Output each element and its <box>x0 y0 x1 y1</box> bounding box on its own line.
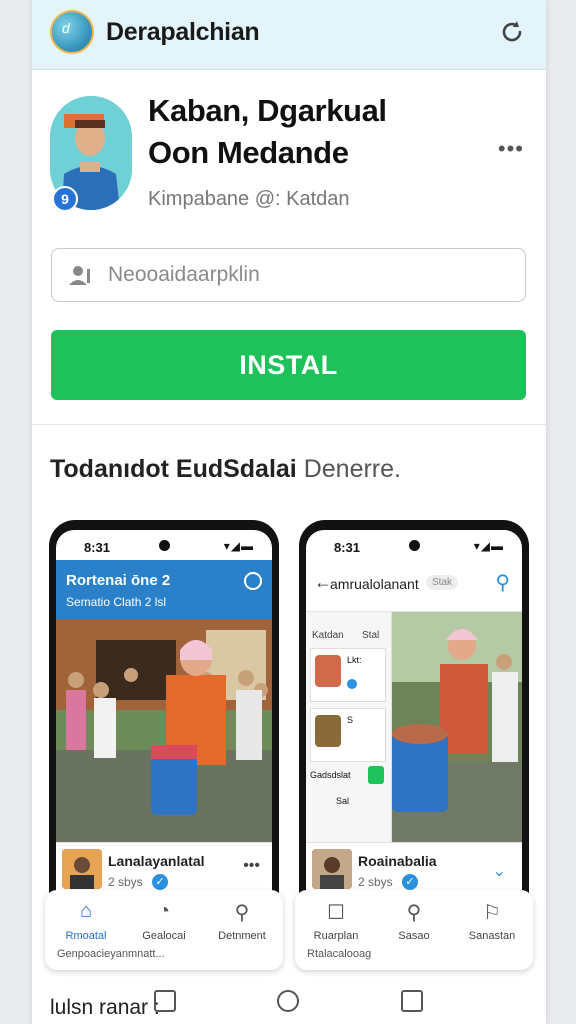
more-icon[interactable]: ••• <box>243 857 260 875</box>
profile-name: Kaban, Dgarkual Oon Medande <box>148 90 387 174</box>
item-label: Sal <box>336 796 350 806</box>
section-title: Todanıdot EudSdalai Denerre. <box>50 455 401 484</box>
side-panel: Katdan Stal Lkt: S Gadsdslat Sal <box>306 612 392 842</box>
profile-name-line2: Oon Medande <box>148 135 349 170</box>
app-header: d Derapalchian <box>32 0 546 70</box>
camera-icon: ◔ <box>157 900 171 922</box>
status-time: 8:31 <box>84 540 111 555</box>
nav-item-gealocai[interactable]: ◔ Gealocai <box>129 900 199 942</box>
profile-name-line1: Kaban, Dgarkual <box>148 93 387 128</box>
photo-illustration <box>56 620 272 842</box>
photo-illustration <box>392 612 522 842</box>
item-label: S <box>347 715 354 725</box>
section-title-rest: Denerre. <box>303 455 401 483</box>
bottom-label: lulsn ranar : <box>50 996 160 1019</box>
app-logo: d <box>50 10 94 54</box>
nav-label: Rmoatal <box>65 930 107 942</box>
search-icon[interactable] <box>244 572 262 590</box>
logo-glyph: d <box>62 20 70 36</box>
nav-footer: Rtalacalooag <box>307 948 372 960</box>
phone-2-bottom-nav: ☐ Ruarplan ⚲ Sasao ⚐ Sanastan Rtalacaloo… <box>295 890 533 970</box>
nav-item-ruarplan[interactable]: ☐ Ruarplan <box>301 900 371 942</box>
community-photo <box>392 612 522 842</box>
search-placeholder: Neooaidaarpklin <box>108 263 260 286</box>
home-icon: ⌂ <box>79 900 93 922</box>
user-icon <box>69 266 90 285</box>
status-time: 8:31 <box>334 540 361 555</box>
nav-label: Detnment <box>218 930 266 942</box>
camera-icon <box>409 540 420 551</box>
recents-square-icon[interactable] <box>399 988 425 1014</box>
thumbnail <box>312 849 352 889</box>
list-item[interactable]: S <box>310 708 386 762</box>
status-bar: 8:31 ▾◢▬ <box>306 530 522 560</box>
phone-2-appbar: ← amrualolanant Stak ⚲ <box>306 560 522 612</box>
search-input[interactable]: Neooaidaarpklin <box>51 248 526 302</box>
square-icon: ☐ <box>327 902 345 924</box>
item-label: Lkt: <box>347 655 362 665</box>
phone-1-screen: 8:31 ▾◢▬ Rortenai ōne 2 Sematio Clath 2 … <box>56 530 272 900</box>
refresh-icon[interactable] <box>498 18 526 46</box>
nav-item-sanastan[interactable]: ⚐ Sanastan <box>457 900 527 942</box>
search-icon: ⚲ <box>406 902 422 924</box>
nav-label: Sanastan <box>468 930 516 942</box>
nav-label: Sasao <box>398 930 430 942</box>
thumbnail <box>315 715 341 747</box>
nav-label: Ruarplan <box>313 930 359 942</box>
item-title: Lanalayanlatal <box>108 853 205 869</box>
install-button[interactable]: INSTAL <box>51 330 526 400</box>
appbar-title: amrualolanant <box>330 576 419 592</box>
nav-item-detnment[interactable]: ⚲ Detnment <box>207 900 277 942</box>
nav-footer: Genpoacieyanmnatt... <box>57 948 165 960</box>
item-title: Roainabalia <box>358 853 437 869</box>
item-date: 2 sbys <box>358 875 393 889</box>
thumbnail <box>62 849 102 889</box>
camera-icon <box>159 540 170 551</box>
side-item[interactable]: Stal <box>362 630 379 641</box>
flag-icon: ⚐ <box>483 902 501 924</box>
appbar-title: Rortenai ōne 2 <box>66 572 171 589</box>
phone-1-bottom-nav: ⌂ Rmoatal ◔ Gealocai ⚲ Detnment Genpoaci… <box>45 890 283 970</box>
community-photo <box>56 620 272 842</box>
profile-avatar[interactable]: 9 <box>50 96 132 212</box>
back-square-icon[interactable] <box>152 988 178 1014</box>
search-chip[interactable]: Stak <box>426 575 459 590</box>
item-date: 2 sbys <box>108 875 143 889</box>
home-circle-icon[interactable] <box>275 988 301 1014</box>
verified-icon: ✓ <box>402 874 418 890</box>
status-bar: 8:31 ▾◢▬ <box>56 530 272 560</box>
phone-1-appbar: Rortenai ōne 2 Sematio Clath 2 lsl <box>56 560 272 620</box>
side-item[interactable]: Katdan <box>312 630 344 641</box>
signal-icon: ▾◢▬ <box>223 539 254 553</box>
section-title-bold: Todanıdot EudSdalai <box>50 455 297 483</box>
nav-item-home[interactable]: ⌂ Rmoatal <box>51 900 121 942</box>
nav-label: Gealocai <box>142 930 186 942</box>
thumbnail <box>315 655 341 687</box>
profile-icon: ⚲ <box>234 902 250 924</box>
appbar-subtitle: Sematio Clath 2 lsl <box>66 595 167 609</box>
app-window: d Derapalchian 9 Kaban, Dgarkual Oon Med… <box>32 0 546 1024</box>
chevron-down-icon[interactable]: ⌄ <box>493 861 506 881</box>
verified-icon <box>347 679 357 689</box>
add-icon[interactable] <box>368 766 384 784</box>
item-label: Gadsdslat <box>310 770 351 780</box>
app-title: Derapalchian <box>106 18 260 46</box>
nav-item-sasao[interactable]: ⚲ Sasao <box>379 900 449 942</box>
verified-icon: ✓ <box>152 874 168 890</box>
signal-icon: ▾◢▬ <box>473 539 504 553</box>
phone-2-screen: 8:31 ▾◢▬ ← amrualolanant Stak ⚲ Katdan S… <box>306 530 522 900</box>
list-item[interactable]: Lkt: <box>310 648 386 702</box>
search-icon[interactable]: ⚲ <box>495 570 510 595</box>
divider <box>32 424 546 425</box>
more-options-button[interactable]: ••• <box>498 136 524 162</box>
profile-subtitle: Kimpabane @: Katdan <box>148 188 350 210</box>
avatar-badge: 9 <box>52 186 78 212</box>
